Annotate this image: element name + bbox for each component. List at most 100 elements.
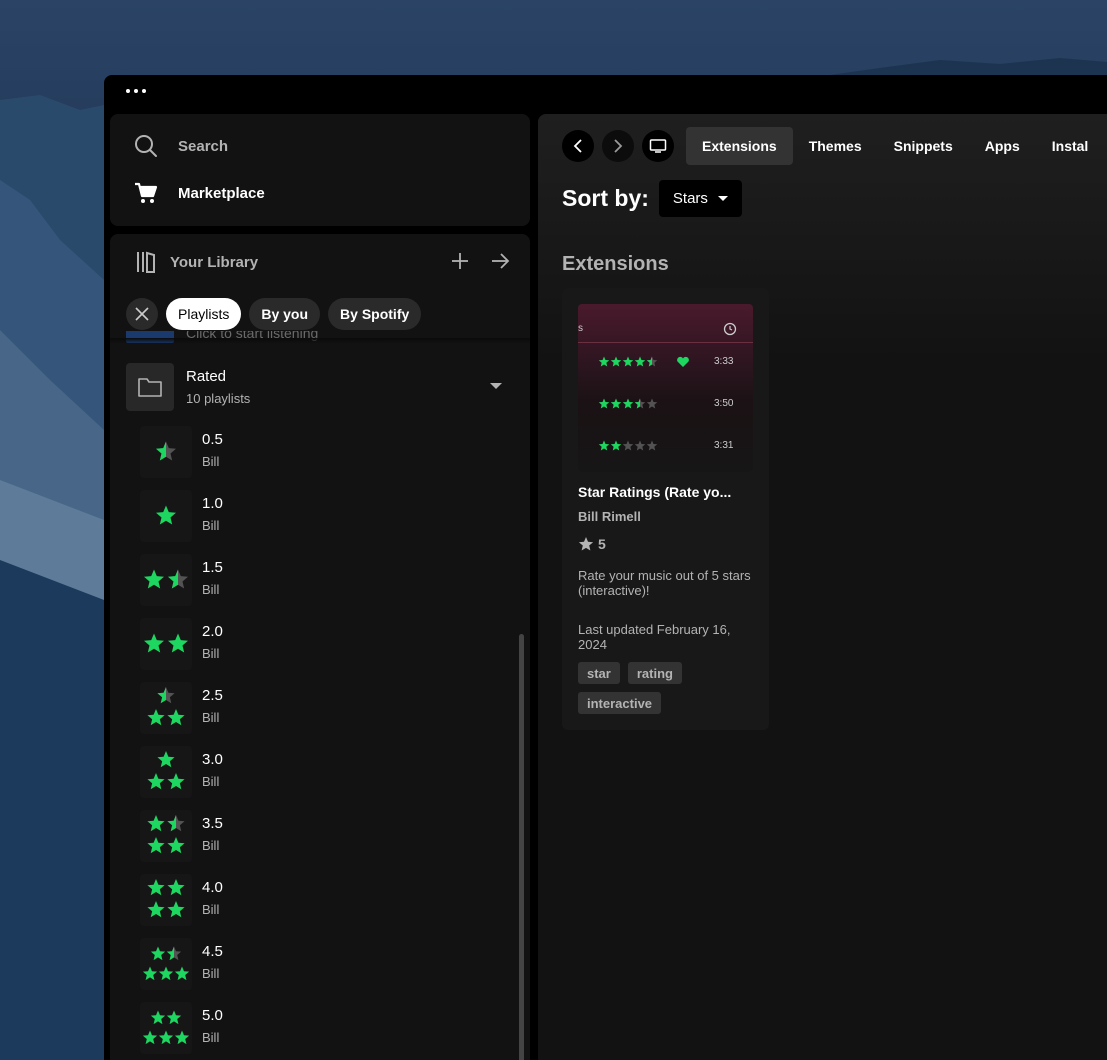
- star-mark: [167, 879, 185, 896]
- clear-filter-button[interactable]: [126, 298, 158, 330]
- rated-playlist-item[interactable]: 1.5 Bill: [140, 554, 500, 618]
- nav-search[interactable]: Search: [134, 134, 228, 158]
- filter-chip-by-spotify[interactable]: By Spotify: [328, 298, 422, 330]
- library-scrollbar[interactable]: [519, 634, 524, 1060]
- star-mark: [147, 901, 165, 918]
- star-mark: [610, 356, 622, 367]
- filter-chip-playlists[interactable]: Playlists: [166, 298, 242, 330]
- nav-marketplace-label: Marketplace: [178, 184, 265, 202]
- forward-button[interactable]: [602, 130, 634, 162]
- star-mark: [142, 1030, 158, 1045]
- rating-stars-icon: [144, 569, 188, 589]
- rated-playlist-name: 1.0: [202, 495, 223, 512]
- rated-playlist-item[interactable]: 1.0 Bill: [140, 490, 500, 554]
- star-mark: [174, 966, 190, 981]
- star-mark: [144, 633, 164, 653]
- plus-icon[interactable]: [450, 251, 470, 271]
- nav-marketplace[interactable]: Marketplace: [134, 181, 265, 205]
- rated-playlist-owner: Bill: [202, 582, 220, 597]
- star-mark: [598, 356, 610, 367]
- close-icon: [135, 307, 149, 321]
- rated-playlist-owner: Bill: [202, 646, 220, 661]
- rated-playlist-item[interactable]: 0.5 Bill: [140, 426, 500, 490]
- back-button[interactable]: [562, 130, 594, 162]
- tag-rating[interactable]: rating: [627, 662, 682, 684]
- sort-by-control: Sort by: Stars: [562, 180, 742, 217]
- sort-dropdown[interactable]: Stars: [658, 180, 742, 217]
- rated-playlist-item[interactable]: 4.0 Bill: [140, 874, 500, 938]
- rated-playlist-name: 4.5: [202, 943, 223, 960]
- marketplace-tabs: Extensions Themes Snippets Apps Instal: [686, 127, 1104, 165]
- rating-stars-icon: [144, 633, 188, 653]
- caret-down-icon: [717, 196, 728, 201]
- rated-playlist-cover: [140, 682, 192, 734]
- star-mark: [167, 837, 185, 854]
- rated-playlist-item[interactable]: 3.0 Bill: [140, 746, 500, 810]
- ellipsis-icon[interactable]: [126, 89, 146, 93]
- star-mark: [158, 1030, 174, 1045]
- display-settings-button[interactable]: [642, 130, 674, 162]
- extension-title: Star Ratings (Rate yo...: [578, 484, 732, 500]
- star-mark: [147, 709, 165, 726]
- rated-playlist-item[interactable]: 3.5 Bill: [140, 810, 500, 874]
- star-mark: [168, 633, 188, 653]
- star-mark: [610, 440, 622, 451]
- arrow-right-icon[interactable]: [490, 251, 510, 271]
- rating-stars-icon: [156, 441, 176, 461]
- rated-playlist-cover: [140, 938, 192, 990]
- clock-icon: [723, 322, 737, 336]
- tab-apps[interactable]: Apps: [969, 127, 1036, 165]
- rated-playlist-item[interactable]: 4.5 Bill: [140, 938, 500, 1002]
- tab-installed[interactable]: Instal: [1036, 127, 1105, 165]
- extension-updated: Last updated February 16, 2024: [578, 622, 731, 652]
- cart-icon: [135, 182, 158, 203]
- rating-stars-icon: [147, 815, 185, 854]
- rated-playlist-cover: [140, 618, 192, 670]
- extension-description: Rate your music out of 5 stars (interact…: [578, 568, 751, 598]
- rated-playlist-name: 2.0: [202, 623, 223, 640]
- star-mark: [156, 505, 176, 525]
- tab-themes[interactable]: Themes: [793, 127, 878, 165]
- rated-playlist-cover: [140, 490, 192, 542]
- rated-playlist-owner: Bill: [202, 902, 220, 917]
- star-mark: [167, 773, 185, 790]
- tab-extensions[interactable]: Extensions: [686, 127, 793, 165]
- rated-playlist-cover: [140, 746, 192, 798]
- sort-dropdown-value: Stars: [672, 190, 708, 207]
- star-mark: [167, 901, 185, 918]
- app-window: Search Marketplace Your Library Click to…: [104, 75, 1107, 1060]
- chevron-right-icon: [614, 139, 623, 153]
- nav-panel: Search Marketplace: [110, 114, 530, 226]
- star-mark: [174, 1030, 190, 1045]
- rated-playlist-item[interactable]: 2.5 Bill: [140, 682, 500, 746]
- tag-star[interactable]: star: [578, 662, 620, 684]
- folder-row-rated[interactable]: Rated 10 playlists: [126, 363, 514, 411]
- tag-interactive[interactable]: interactive: [578, 692, 662, 714]
- filter-chip-by-you[interactable]: By you: [249, 298, 321, 330]
- rated-playlist-item[interactable]: 2.0 Bill: [140, 618, 500, 682]
- star-mark: [634, 356, 646, 367]
- rated-playlist-cover: [140, 1002, 192, 1054]
- preview-row-duration: 3:31: [714, 440, 734, 451]
- rated-playlist-owner: Bill: [202, 518, 220, 533]
- star-mark: [150, 1010, 166, 1025]
- star-mark: [622, 398, 634, 409]
- tab-snippets[interactable]: Snippets: [878, 127, 969, 165]
- rated-playlist-owner: Bill: [202, 838, 220, 853]
- star-mark: [166, 1010, 182, 1025]
- extension-card[interactable]: s 3:33 3:50 3:31 Star Ratings (Rate yo... …: [562, 288, 769, 730]
- rated-playlist-cover: [140, 810, 192, 862]
- rated-playlist-item[interactable]: 5.0 Bill: [140, 1002, 500, 1060]
- chevron-down-icon[interactable]: [490, 383, 502, 389]
- rating-stars-icon: [147, 687, 185, 726]
- title-bar: [104, 75, 1107, 114]
- extension-star-count: 5: [578, 536, 606, 552]
- rated-playlist-owner: Bill: [202, 966, 220, 981]
- rated-playlist-cover: [140, 874, 192, 926]
- preview-row-stars: [598, 356, 689, 367]
- star-mark: [598, 440, 610, 451]
- rated-playlist-owner: Bill: [202, 454, 220, 469]
- extension-tags: star rating interactive: [578, 662, 758, 714]
- star-mark: [167, 709, 185, 726]
- library-header[interactable]: Your Library: [134, 250, 258, 274]
